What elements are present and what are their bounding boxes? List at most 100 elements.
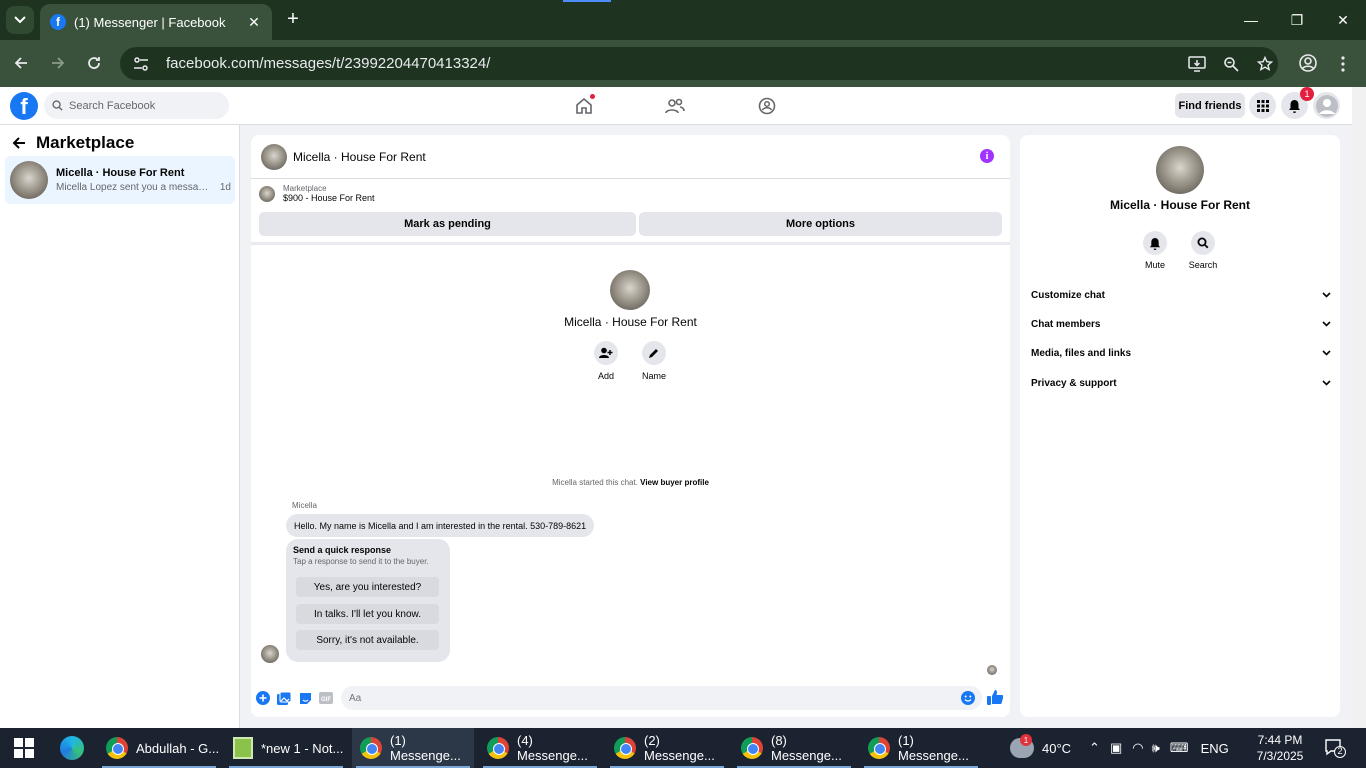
- conversation-item[interactable]: Micella · House For Rent Micella Lopez s…: [5, 156, 235, 204]
- taskbar-item-chrome[interactable]: (8) Messenge...: [733, 728, 855, 768]
- search-in-chat-button[interactable]: Search: [1183, 231, 1223, 270]
- listing-label: Marketplace: [283, 184, 327, 193]
- taskbar-item-notepad[interactable]: *new 1 - Not...: [225, 728, 347, 768]
- quick-response-button[interactable]: In talks. I'll let you know.: [296, 604, 439, 624]
- install-app-icon[interactable]: [1186, 53, 1208, 75]
- meet-now-icon[interactable]: ▣: [1110, 740, 1122, 756]
- menu-grid-button[interactable]: [1249, 92, 1276, 119]
- quick-response-button[interactable]: Yes, are you interested?: [296, 577, 439, 597]
- reload-button[interactable]: [81, 50, 107, 76]
- section-title: Customize chat: [1031, 289, 1105, 301]
- view-buyer-profile-link[interactable]: View buyer profile: [640, 478, 709, 487]
- name-chat-button[interactable]: Name: [639, 341, 669, 381]
- tab-search-button[interactable]: [6, 6, 34, 34]
- show-hidden-icons-chevron-up-icon[interactable]: ⌃: [1089, 740, 1100, 756]
- volume-icon[interactable]: 🕪: [1152, 740, 1160, 756]
- close-window-button[interactable]: ✕: [1320, 0, 1366, 40]
- privacy-support-section[interactable]: Privacy & support: [1031, 373, 1331, 393]
- chat-panel: Micella · House For Rent i Marketplace $…: [251, 135, 1010, 717]
- arrow-left-icon: [14, 57, 27, 69]
- taskbar-item-chrome[interactable]: (2) Messenge...: [606, 728, 728, 768]
- browser-menu-icon[interactable]: [1332, 53, 1354, 75]
- weather-icon[interactable]: 1: [1010, 734, 1034, 758]
- more-actions-icon[interactable]: [256, 691, 270, 705]
- thumbs-up-icon[interactable]: [987, 689, 1003, 705]
- taskbar-item-chrome[interactable]: (4) Messenge...: [479, 728, 601, 768]
- search-label: Search: [1188, 260, 1218, 270]
- back-arrow-icon[interactable]: [12, 136, 26, 150]
- close-tab-icon[interactable]: ✕: [246, 14, 262, 31]
- url-text: facebook.com/messages/t/2399220447041332…: [166, 55, 491, 72]
- tab-indicator: [563, 0, 611, 2]
- info-avatar[interactable]: [1156, 146, 1204, 194]
- facebook-logo-icon[interactable]: f: [10, 92, 38, 120]
- chevron-down-icon: [1322, 321, 1331, 327]
- add-people-button[interactable]: Add: [591, 341, 621, 381]
- info-icon[interactable]: i: [980, 149, 994, 163]
- section-title: Privacy & support: [1031, 377, 1117, 389]
- name-label: Name: [641, 371, 666, 381]
- wifi-icon[interactable]: ◠: [1132, 740, 1143, 756]
- clock[interactable]: 7:44 PM 7/3/2025: [1250, 732, 1310, 764]
- start-button[interactable]: [14, 738, 34, 758]
- page-scrollbar[interactable]: [1352, 87, 1366, 728]
- temperature[interactable]: 40°C: [1042, 741, 1071, 756]
- zoom-icon[interactable]: [1220, 53, 1242, 75]
- edge-icon[interactable]: [60, 736, 84, 760]
- bookmark-star-icon[interactable]: [1254, 53, 1276, 75]
- back-button[interactable]: [8, 50, 34, 76]
- browser-tab-active[interactable]: f (1) Messenger | Facebook ✕: [40, 4, 272, 40]
- sidebar-title: Marketplace: [36, 133, 135, 152]
- emoji-icon[interactable]: [961, 691, 975, 705]
- address-bar-actions: [1186, 53, 1276, 75]
- notifications-button[interactable]: 1: [1281, 87, 1314, 119]
- media-files-links-section[interactable]: Media, files and links: [1031, 343, 1331, 363]
- chat-header-avatar[interactable]: [261, 143, 287, 170]
- new-tab-button[interactable]: +: [282, 8, 304, 30]
- more-options-button[interactable]: More options: [639, 212, 1002, 236]
- mute-button[interactable]: Mute: [1135, 231, 1175, 270]
- notification-center-button[interactable]: 2: [1324, 738, 1346, 760]
- pencil-icon: [649, 349, 658, 358]
- section-title: Media, files and links: [1031, 347, 1132, 359]
- forward-button[interactable]: [45, 50, 71, 76]
- conversation-preview: Micella Lopez sent you a message about..…: [56, 182, 212, 193]
- keyboard-icon[interactable]: ⌨: [1170, 740, 1189, 756]
- info-name: Micella · House For Rent: [1109, 198, 1251, 212]
- intro-avatar: [610, 270, 650, 310]
- taskbar-item-chrome[interactable]: Abdullah - G...: [98, 728, 220, 768]
- taskbar-item-chrome-active[interactable]: (1) Messenge...: [352, 728, 474, 768]
- taskbar-item-chrome[interactable]: (1) Messenge...: [860, 728, 982, 768]
- groups-icon: [758, 97, 776, 115]
- restore-button[interactable]: ❐: [1274, 0, 1320, 40]
- photo-icon[interactable]: [277, 691, 291, 705]
- language-indicator[interactable]: ENG: [1201, 741, 1229, 756]
- mark-as-pending-button[interactable]: Mark as pending: [259, 212, 636, 236]
- site-info-icon[interactable]: [132, 56, 150, 71]
- gif-icon[interactable]: GIF: [319, 691, 333, 705]
- message-bubble[interactable]: Hello. My name is Micella and I am inter…: [286, 514, 595, 537]
- quick-response-button[interactable]: Sorry, it's not available.: [296, 630, 439, 650]
- find-friends-button[interactable]: Find friends: [1175, 93, 1245, 118]
- listing-title: $900 - House For Rent: [283, 193, 375, 203]
- facebook-search-input[interactable]: Search Facebook: [44, 92, 229, 119]
- address-bar[interactable]: facebook.com/messages/t/2399220447041332…: [120, 47, 1278, 80]
- message-input[interactable]: [341, 686, 982, 710]
- listing-summary[interactable]: Marketplace $900 - House For Rent: [259, 184, 375, 203]
- nav-home[interactable]: [573, 94, 595, 117]
- chrome-icon: [614, 737, 636, 759]
- customize-chat-section[interactable]: Customize chat: [1031, 285, 1331, 305]
- nav-groups[interactable]: [756, 95, 778, 117]
- add-label: Add: [597, 371, 614, 381]
- windows-logo-icon: [14, 738, 34, 758]
- account-button[interactable]: [1313, 92, 1340, 119]
- chat-title[interactable]: Micella · House For Rent: [293, 150, 426, 164]
- conversation-name: Micella · House For Rent: [56, 167, 185, 179]
- chat-members-section[interactable]: Chat members: [1031, 314, 1331, 334]
- reload-icon: [88, 57, 100, 69]
- message-sender-avatar[interactable]: [261, 645, 279, 663]
- minimize-button[interactable]: —: [1228, 0, 1274, 40]
- sticker-icon[interactable]: [298, 691, 312, 705]
- profile-icon[interactable]: [1298, 53, 1320, 75]
- nav-friends[interactable]: [664, 95, 686, 117]
